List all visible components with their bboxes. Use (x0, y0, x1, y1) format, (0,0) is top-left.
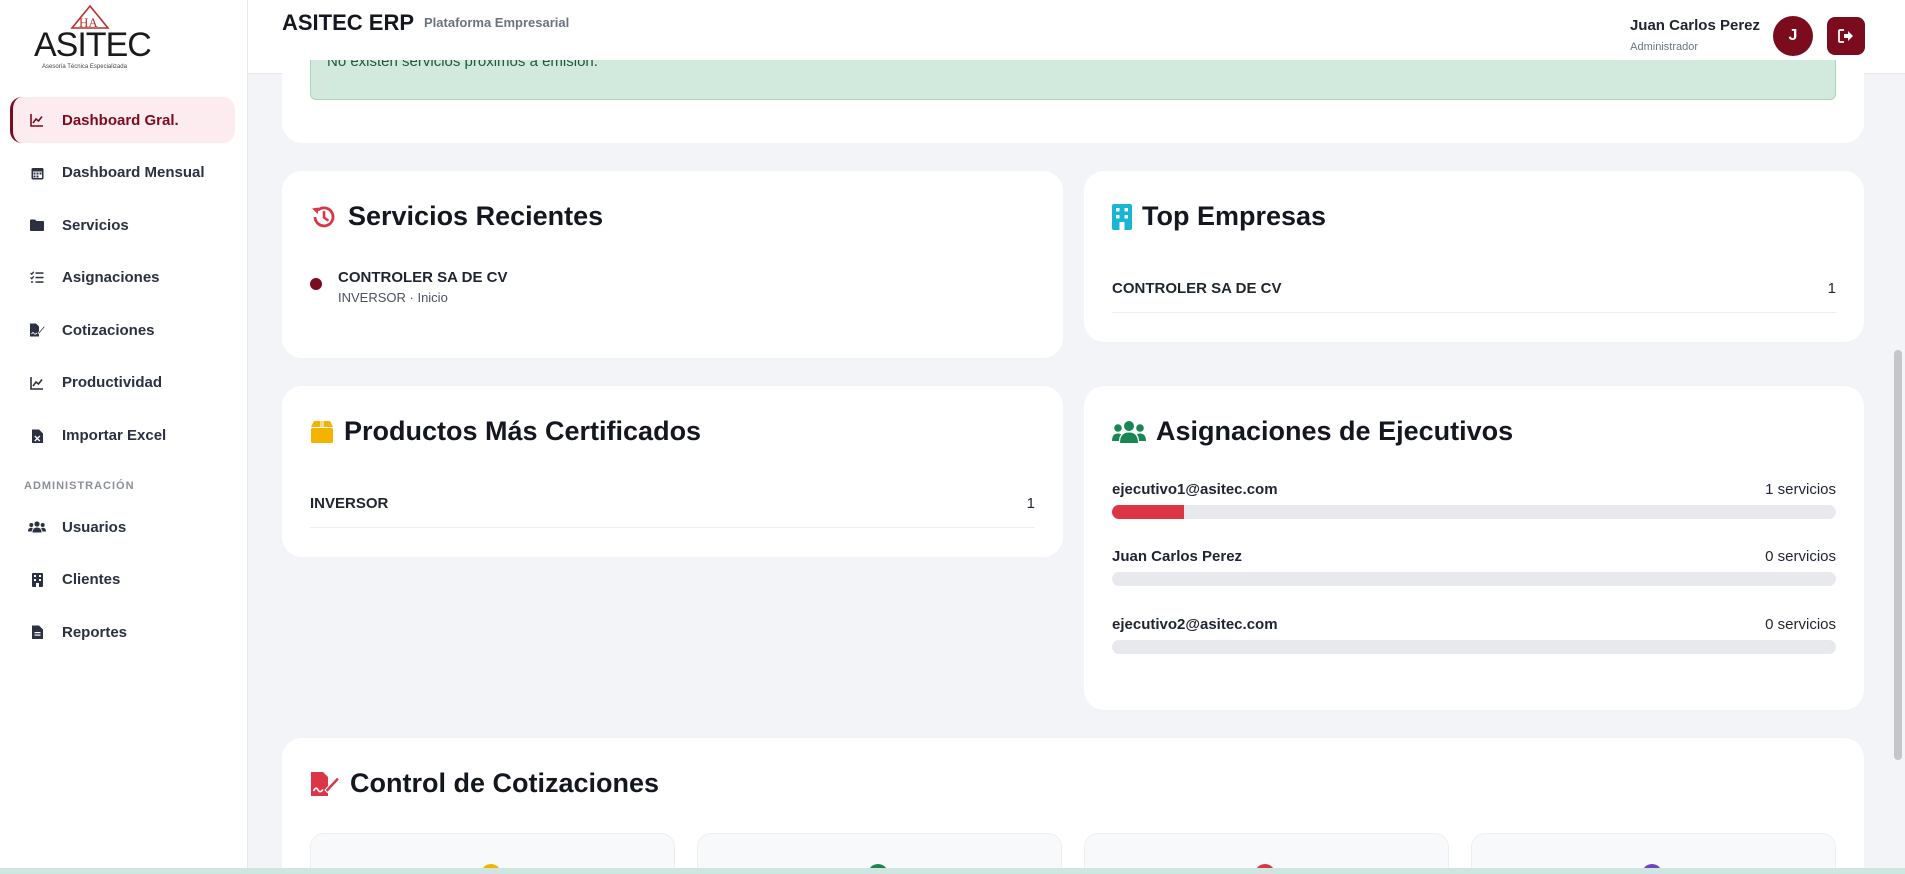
app-title: ASITEC ERP (282, 10, 415, 35)
file-signature-icon (310, 771, 340, 797)
bottom-edge (0, 868, 1905, 874)
company-count: 1 (1827, 280, 1836, 297)
asitec-logo[interactable]: HA ASITEC Asesoría Técnica Especializada (30, 4, 152, 72)
sidebar-item-dashboard-mensual[interactable]: Dashboard Mensual (10, 150, 235, 196)
building-icon (1112, 203, 1132, 230)
sidebar-section-admin: ADMINISTRACIÓN (24, 480, 135, 493)
sidebar-item-label: Clientes (62, 571, 121, 589)
sidebar-item-label: Productividad (62, 374, 163, 392)
user-role: Administrador (1630, 41, 1698, 53)
sidebar-item-asignaciones[interactable]: Asignaciones (10, 255, 235, 301)
file-excel-icon (26, 429, 48, 443)
executive-assignments-card: Asignaciones de Ejecutivos ejecutivo1@as… (1084, 386, 1864, 710)
executive-name: ejecutivo2@asitec.com (1112, 616, 1278, 633)
recent-services-title: Servicios Recientes (310, 201, 603, 232)
quotes-control-title: Control de Cotizaciones (310, 768, 659, 799)
sidebar-item-clientes[interactable]: Clientes (10, 557, 235, 603)
file-icon (26, 625, 48, 640)
logout-button[interactable] (1827, 17, 1865, 55)
top-companies-card: Top Empresas CONTROLER SA DE CV 1 (1084, 171, 1864, 342)
product-name: INVERSOR (310, 495, 389, 512)
sign-out-icon (1838, 29, 1853, 43)
sidebar-item-productividad[interactable]: Productividad (10, 360, 235, 406)
sidebar-item-label: Dashboard Mensual (62, 164, 205, 182)
progress-fill (1112, 505, 1185, 519)
sidebar-item-usuarios[interactable]: Usuarios (10, 504, 235, 550)
logo-brand: ASITEC (34, 26, 152, 64)
top-products-title: Productos Más Certificados (310, 416, 701, 447)
product-count: 1 (1026, 495, 1035, 512)
sidebar-item-reportes[interactable]: Reportes (10, 609, 235, 655)
executive-row[interactable]: ejecutivo1@asitec.com 1 servicios (1112, 481, 1836, 535)
service-company: CONTROLER SA DE CV (338, 269, 508, 286)
executive-row[interactable]: Juan Carlos Perez 0 servicios (1112, 548, 1836, 602)
box-icon (310, 420, 334, 444)
table-row[interactable]: CONTROLER SA DE CV 1 (1112, 265, 1836, 313)
alert-text: No existen servicios próximos a emisión. (327, 60, 598, 70)
users-icon (1112, 420, 1146, 444)
sidebar-item-label: Servicios (62, 216, 129, 234)
sidebar-item-label: Dashboard Gral. (62, 111, 179, 129)
top-companies-title: Top Empresas (1112, 201, 1326, 232)
sidebar-item-importar-excel[interactable]: Importar Excel (10, 413, 235, 459)
recent-services-card: Servicios Recientes CONTROLER SA DE CV I… (282, 171, 1063, 358)
file-signature-icon (26, 323, 48, 337)
executive-name: ejecutivo1@asitec.com (1112, 481, 1278, 498)
chart-line-icon (26, 113, 48, 127)
history-icon (310, 204, 338, 230)
quotes-control-card: Control de Cotizaciones (282, 738, 1864, 874)
sidebar-item-dashboard-general[interactable]: Dashboard Gral. (10, 97, 235, 143)
progress-bar (1112, 505, 1836, 519)
list-check-icon (26, 271, 48, 284)
calendar-icon (26, 166, 48, 180)
progress-bar (1112, 572, 1836, 586)
logo-tagline: Asesoría Técnica Especializada (42, 64, 127, 70)
executive-name: Juan Carlos Perez (1112, 548, 1243, 565)
avatar[interactable]: J (1773, 16, 1813, 56)
executive-count: 1 servicios (1765, 481, 1836, 498)
app-subtitle: Plataforma Empresarial (424, 15, 570, 30)
progress-bar (1112, 640, 1836, 654)
sidebar-item-label: Importar Excel (62, 427, 167, 445)
sidebar-item-servicios[interactable]: Servicios (10, 202, 235, 248)
building-icon (26, 572, 48, 587)
sidebar-item-label: Reportes (62, 623, 128, 641)
user-name: Juan Carlos Perez (1629, 17, 1760, 34)
executive-count: 0 servicios (1765, 548, 1836, 565)
table-row[interactable]: INVERSOR 1 (310, 480, 1035, 528)
executive-row[interactable]: ejecutivo2@asitec.com 0 servicios (1112, 616, 1836, 670)
sidebar-nav: Dashboard Gral. Dashboard Mensual Servic… (10, 97, 235, 662)
info-alert: No existen servicios próximos a emisión. (310, 60, 1836, 100)
users-icon (26, 521, 48, 533)
sidebar: HA ASITEC Asesoría Técnica Especializada… (0, 0, 248, 874)
company-name: CONTROLER SA DE CV (1112, 280, 1282, 297)
executive-count: 0 servicios (1765, 616, 1836, 633)
top-products-card: Productos Más Certificados INVERSOR 1 (282, 386, 1063, 557)
executive-assignments-title: Asignaciones de Ejecutivos (1112, 416, 1513, 447)
status-dot (310, 278, 322, 290)
page-scrollbar[interactable] (1894, 350, 1902, 760)
folder-icon (26, 219, 48, 232)
sidebar-item-label: Asignaciones (62, 269, 160, 287)
sidebar-item-label: Cotizaciones (62, 321, 155, 339)
chart-line-icon (26, 376, 48, 390)
sidebar-item-cotizaciones[interactable]: Cotizaciones (10, 307, 235, 353)
sidebar-item-label: Usuarios (62, 518, 127, 536)
service-detail: INVERSOR · Inicio (338, 290, 448, 305)
